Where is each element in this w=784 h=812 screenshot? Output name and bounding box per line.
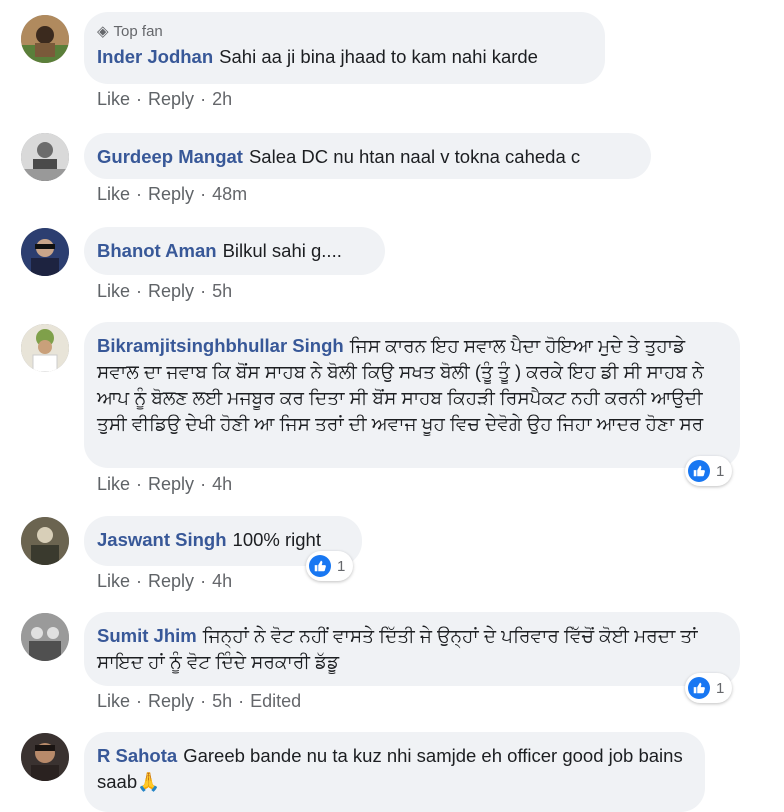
comment-text: Sahi aa ji bina jhaad to kam nahi karde	[219, 46, 538, 67]
commenter-name[interactable]: Bikramjitsinghbhullar Singh	[97, 335, 344, 356]
avatar[interactable]	[21, 133, 69, 181]
avatar[interactable]	[21, 613, 69, 661]
timestamp[interactable]: 48m	[212, 184, 247, 204]
avatar[interactable]	[21, 15, 69, 63]
avatar[interactable]	[21, 324, 69, 372]
reply-link[interactable]: Reply	[148, 184, 194, 204]
comment-actions: Like · Reply · 4h	[97, 571, 233, 591]
commenter-name[interactable]: Bhanot Aman	[97, 240, 217, 261]
reaction-count[interactable]: 1	[685, 673, 733, 703]
reply-link[interactable]: Reply	[148, 571, 194, 591]
like-link[interactable]: Like	[97, 184, 130, 204]
comment-actions: Like · Reply · 5h	[97, 281, 233, 301]
thumbs-up-icon	[688, 460, 710, 482]
comment-bubble: Sumit Jhim ਜਿਨ੍ਹਾਂ ਨੇ ਵੋਟ ਨਹੀਂ ਵਾਸਤੇ ਦਿੱਤ…	[84, 612, 740, 686]
commenter-name[interactable]: R Sahota	[97, 745, 177, 766]
avatar[interactable]	[21, 517, 69, 565]
comment-actions: Like · Reply · 5h · Edited	[97, 691, 302, 711]
timestamp[interactable]: 4h	[212, 571, 232, 591]
comment-bubble: R Sahota Gareeb bande nu ta kuz nhi samjd…	[84, 732, 705, 812]
like-link[interactable]: Like	[97, 474, 130, 494]
reply-link[interactable]: Reply	[148, 281, 194, 301]
commenter-name[interactable]: Sumit Jhim	[97, 625, 197, 646]
like-link[interactable]: Like	[97, 89, 130, 109]
avatar[interactable]	[21, 733, 69, 781]
edited-label[interactable]: Edited	[250, 691, 301, 711]
thumbs-up-icon	[688, 677, 710, 699]
commenter-name[interactable]: Gurdeep Mangat	[97, 146, 243, 167]
timestamp[interactable]: 5h	[212, 691, 232, 711]
comment-bubble: Bhanot Aman Bilkul sahi g....	[84, 227, 385, 275]
comment-bubble: Gurdeep Mangat Salea DC nu htan naal v to…	[84, 133, 651, 179]
reply-link[interactable]: Reply	[148, 691, 194, 711]
comment-actions: Like · Reply · 4h	[97, 474, 233, 494]
commenter-name[interactable]: Inder Jodhan	[97, 46, 213, 67]
reaction-count[interactable]: 1	[306, 551, 354, 581]
comment-actions: Like · Reply · 48m	[97, 184, 248, 204]
reaction-count[interactable]: 1	[685, 456, 733, 486]
like-link[interactable]: Like	[97, 281, 130, 301]
timestamp[interactable]: 2h	[212, 89, 232, 109]
diamond-icon: ◈	[97, 23, 109, 40]
comment-actions: Like · Reply · 2h	[97, 89, 233, 109]
timestamp[interactable]: 5h	[212, 281, 232, 301]
comment-text: Gareeb bande nu ta kuz nhi samjde eh off…	[97, 745, 683, 792]
like-link[interactable]: Like	[97, 571, 130, 591]
reply-link[interactable]: Reply	[148, 474, 194, 494]
comment-text: Salea DC nu htan naal v tokna caheda c	[248, 146, 581, 167]
like-link[interactable]: Like	[97, 691, 130, 711]
comment-text: 100% right	[232, 529, 321, 550]
timestamp[interactable]: 4h	[212, 474, 232, 494]
thumbs-up-icon	[309, 555, 331, 577]
commenter-name[interactable]: Jaswant Singh	[97, 529, 227, 550]
avatar[interactable]	[21, 228, 69, 276]
comment-bubble: ◈ Top fan Inder Jodhan Sahi aa ji bina jha…	[84, 12, 605, 84]
comment-bubble: Bikramjitsinghbhullar Singh ਜਿਸ ਕਾਰਨ ਇਹ ਸ…	[84, 322, 740, 468]
comment-text: Bilkul sahi g....	[222, 240, 342, 261]
top-fan-badge: ◈ Top fan	[97, 23, 163, 40]
reply-link[interactable]: Reply	[148, 89, 194, 109]
